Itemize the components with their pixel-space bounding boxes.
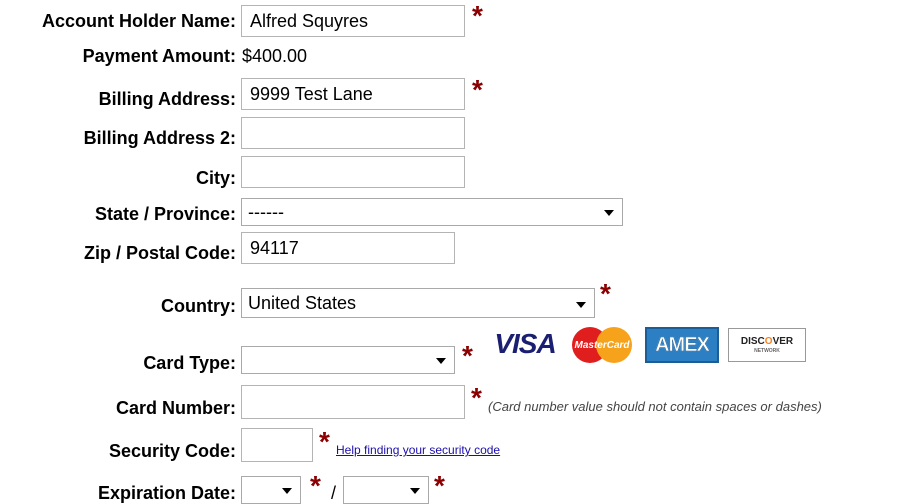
card-type-select[interactable] (241, 346, 455, 374)
chevron-down-icon (436, 358, 446, 364)
card-number-note: (Card number value should not contain sp… (488, 399, 822, 414)
billing-address-label: Billing Address: (98, 89, 236, 109)
payment-amount-value: $400.00 (242, 46, 308, 66)
discover-logo: DISCOVER NETWORK (728, 328, 806, 362)
required-marker: * (471, 382, 482, 413)
state-label: State / Province: (94, 204, 236, 224)
required-marker: * (600, 278, 611, 309)
card-type-label: Card Type: (143, 353, 236, 373)
expiration-date-label: Expiration Date: (97, 483, 236, 503)
security-code-input[interactable] (241, 428, 313, 462)
account-holder-label: Account Holder Name: (41, 11, 236, 31)
state-select[interactable]: ------ (241, 198, 623, 226)
required-marker: * (462, 340, 473, 371)
zip-input[interactable]: 94117 (241, 232, 455, 264)
mastercard-logo: MasterCard (566, 327, 638, 363)
required-marker: * (472, 74, 483, 105)
card-number-label: Card Number: (115, 398, 236, 418)
visa-logo: VISA (494, 328, 556, 359)
country-selected-value: United States (248, 293, 357, 313)
expiration-year-select[interactable] (343, 476, 429, 504)
country-label: Country: (161, 296, 236, 316)
city-label: City: (196, 168, 236, 188)
account-holder-input[interactable]: Alfred Squyres (241, 5, 465, 37)
required-marker: * (319, 426, 330, 457)
zip-label: Zip / Postal Code: (83, 243, 236, 263)
billing-address-2-input[interactable] (241, 117, 465, 149)
amex-logo: AMEX (645, 327, 719, 363)
chevron-down-icon (576, 302, 586, 308)
card-number-input[interactable] (241, 385, 465, 419)
expiration-month-select[interactable] (241, 476, 301, 504)
expiration-separator: / (331, 483, 337, 503)
chevron-down-icon (604, 210, 614, 216)
state-selected-value: ------ (248, 202, 284, 222)
security-code-help-link[interactable]: Help finding your security code (336, 443, 500, 457)
billing-address-input[interactable]: 9999 Test Lane (241, 78, 465, 110)
required-marker: * (310, 470, 321, 501)
chevron-down-icon (282, 488, 292, 494)
city-input[interactable] (241, 156, 465, 188)
required-marker: * (434, 470, 445, 501)
payment-amount-label: Payment Amount: (82, 46, 236, 66)
security-code-label: Security Code: (108, 441, 236, 461)
billing-address-2-label: Billing Address 2: (83, 128, 236, 148)
country-select[interactable]: United States (241, 288, 595, 318)
required-marker: * (472, 0, 483, 31)
chevron-down-icon (410, 488, 420, 494)
